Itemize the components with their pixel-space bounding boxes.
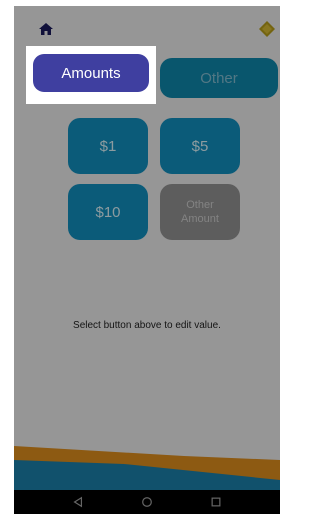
tab-amounts-highlight: Amounts (26, 46, 156, 104)
back-triangle-icon[interactable] (71, 495, 85, 509)
home-circle-icon[interactable] (140, 495, 154, 509)
tab-amounts-label: Amounts (61, 64, 121, 82)
phone-screen: Other $1 $5 $10 Other Amount Select butt… (14, 6, 280, 514)
tab-amounts[interactable]: Amounts (33, 54, 149, 92)
android-nav-bar (14, 490, 280, 514)
app-screen: Other $1 $5 $10 Other Amount Select butt… (14, 6, 280, 490)
recents-square-icon[interactable] (209, 495, 223, 509)
